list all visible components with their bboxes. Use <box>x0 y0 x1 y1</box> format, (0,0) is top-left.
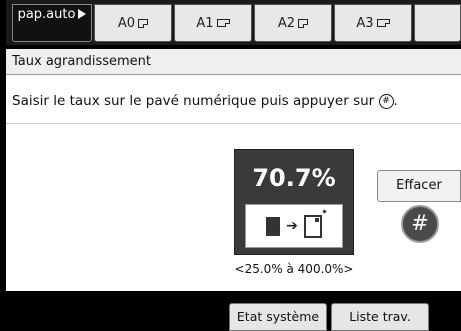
tab-a1[interactable]: A1 <box>174 4 252 42</box>
original-doc-icon <box>266 216 281 236</box>
hash-button[interactable]: # <box>401 205 439 243</box>
reduce-enlarge-icon: ➔ <box>245 204 343 248</box>
paper-landscape-icon <box>376 19 390 27</box>
panel-title: Taux agrandissement <box>6 49 461 75</box>
tab-label: A3 <box>356 15 374 31</box>
divider <box>6 123 461 124</box>
tab-a0[interactable]: A0 <box>94 4 172 42</box>
tab-more[interactable] <box>414 4 461 42</box>
job-list-button[interactable]: Liste trav. <box>331 303 429 331</box>
play-triangle-icon <box>78 9 87 19</box>
tab-auto-paper[interactable]: pap.auto <box>12 4 92 42</box>
magnification-panel: Taux agrandissement Saisir le taux sur l… <box>6 49 461 291</box>
tab-a2[interactable]: A2 <box>254 4 332 42</box>
hash-key-icon: # <box>378 93 394 109</box>
system-status-button[interactable]: Etat système <box>229 303 327 331</box>
ratio-value: 70.7% <box>252 164 336 192</box>
tab-label: A0 <box>117 15 136 31</box>
copy-doc-icon <box>303 214 322 238</box>
instruction-text: Saisir le taux sur le pavé numérique pui… <box>12 93 398 109</box>
clear-button[interactable]: Effacer <box>377 170 461 202</box>
ratio-display: 70.7% ➔ <box>234 149 354 255</box>
tab-label: A2 <box>277 15 296 31</box>
tab-label: A1 <box>196 15 214 31</box>
paper-landscape-icon <box>216 19 230 27</box>
paper-tab-strip: pap.auto A0 A1 A2 A3 <box>6 0 461 45</box>
ratio-range: <25.0% à 400.0%> <box>234 262 354 276</box>
instruction-main: Saisir le taux sur le pavé numérique pui… <box>12 93 375 109</box>
paper-portrait-icon <box>298 18 309 28</box>
tab-a3[interactable]: A3 <box>334 4 412 42</box>
paper-portrait-icon <box>138 18 149 28</box>
bottom-bar: Etat système Liste trav. <box>0 296 461 331</box>
arrow-right-icon: ➔ <box>286 218 298 234</box>
tab-label: pap.auto <box>17 7 76 22</box>
instruction-end: . <box>393 93 398 109</box>
copier-screen: pap.auto A0 A1 A2 A3 Taux agrandissement… <box>0 0 461 331</box>
